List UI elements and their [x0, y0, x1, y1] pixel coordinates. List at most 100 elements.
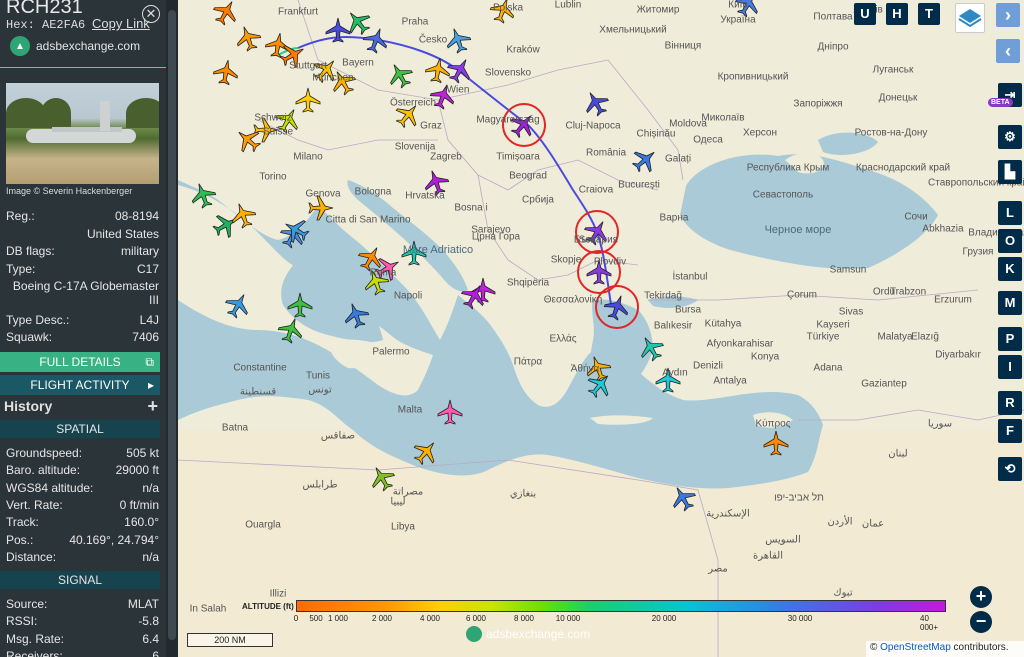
watermark: adsbexchange.com [466, 626, 590, 642]
place-label: Κύπρος [755, 418, 791, 430]
place-label: Schweiz [254, 112, 292, 124]
layers-icon[interactable] [955, 3, 985, 33]
place-label: Österreich [389, 97, 437, 109]
detail-value: L4J [139, 313, 159, 327]
place-label: Graz [420, 120, 442, 132]
detail-value: 7406 [132, 330, 159, 344]
aircraft-icon[interactable] [210, 0, 243, 28]
place-label: Polska [492, 2, 524, 14]
altitude-tick-label: 500 [309, 614, 323, 623]
toolbar-button-l[interactable]: L [998, 201, 1022, 225]
zoom-in-button[interactable]: + [970, 586, 992, 608]
close-icon[interactable]: ✕ [142, 5, 160, 23]
map-view[interactable]: Frankfurt Praha Česko Polska Lublin Kraków Slo… [178, 0, 1024, 657]
place-label: Bayern [342, 57, 374, 69]
aircraft-icon[interactable] [295, 87, 321, 113]
place-label: Хмельницький [599, 24, 667, 36]
scrollbar-thumb[interactable] [168, 10, 176, 640]
replay-icon[interactable]: ⟲ [998, 457, 1022, 481]
place-label: Shqipëria [506, 277, 550, 289]
aircraft-icon[interactable] [580, 87, 613, 120]
aircraft-icon[interactable] [384, 59, 417, 92]
aircraft-icon[interactable] [602, 292, 633, 323]
aircraft-icon[interactable] [188, 180, 219, 211]
aircraft-icon[interactable] [341, 300, 372, 331]
aircraft-icon[interactable] [409, 435, 443, 469]
place-label: Республика Крым [746, 162, 830, 174]
history-section-toggle[interactable]: History + [4, 396, 160, 417]
place-label: عمان [861, 518, 885, 530]
spatial-key: Groundspeed: [6, 446, 83, 460]
toolbar-button-k[interactable]: K [998, 257, 1022, 281]
place-label: Samsun [829, 264, 867, 276]
spatial-value: n/a [142, 549, 159, 564]
spatial-value: 160.0° [124, 515, 159, 530]
aircraft-icon[interactable] [264, 31, 292, 59]
plus-icon[interactable]: + [147, 396, 158, 417]
place-label: Balıkesir [653, 320, 693, 332]
aircraft-icon[interactable] [437, 399, 463, 425]
aircraft-photo[interactable] [6, 83, 159, 184]
aircraft-icon[interactable] [458, 280, 491, 313]
aircraft-icon[interactable] [276, 315, 307, 346]
chevron-right-icon: ▸ [147, 378, 154, 392]
aircraft-icon[interactable] [233, 23, 264, 54]
place-label: Slovensko [484, 67, 532, 79]
place-label: الإسكندرية [706, 508, 750, 520]
toolbar-button-h[interactable]: H [886, 3, 908, 25]
aircraft-icon[interactable] [228, 200, 259, 231]
spatial-header: SPATIAL [0, 420, 160, 438]
place-label: Genova [305, 188, 341, 200]
aircraft-icon[interactable] [287, 292, 313, 318]
spatial-value: n/a [142, 480, 159, 495]
aircraft-icon[interactable] [443, 25, 474, 56]
toolbar-button-t[interactable]: T [918, 3, 940, 25]
aircraft-icon[interactable] [628, 143, 662, 177]
full-details-label: FULL DETAILS [39, 355, 121, 369]
signal-key: Msg. Rate: [6, 631, 65, 646]
place-label: Plovdiv [593, 256, 627, 268]
toolbar-button-o[interactable]: O [998, 229, 1022, 253]
aircraft-icon[interactable] [341, 5, 375, 39]
aircraft-icon[interactable] [210, 209, 243, 242]
place-label: Gaziantep [861, 378, 907, 390]
aircraft-icon[interactable] [667, 482, 700, 515]
place-label: Србија [522, 194, 554, 206]
gear-icon[interactable]: ⚙ [998, 125, 1022, 149]
aircraft-icon[interactable] [325, 17, 351, 43]
rank-icon[interactable]: ▙ [998, 160, 1022, 184]
toolbar-button-i[interactable]: I [998, 355, 1022, 379]
adsbexchange-link[interactable]: ▲ adsbexchange.com [10, 36, 140, 56]
zoom-out-button[interactable]: − [970, 611, 992, 633]
flight-activity-button[interactable]: FLIGHT ACTIVITY ▸ [0, 375, 160, 395]
toolbar-button-r[interactable]: R [998, 391, 1022, 415]
chevron-left-icon[interactable]: ‹ [996, 39, 1020, 63]
callsign-title: RCH231 [6, 0, 83, 18]
chevron-right-icon[interactable]: › [996, 3, 1020, 27]
place-label: Afyonkarahisar [706, 338, 774, 350]
aircraft-icon[interactable] [763, 430, 789, 456]
place-label: Chișinău [636, 128, 676, 140]
toolbar-button-f[interactable]: F [998, 419, 1022, 443]
place-label: Malatya [877, 331, 913, 343]
aircraft-icon[interactable] [635, 332, 668, 365]
altitude-color-bar [296, 600, 946, 612]
openstreetmap-link[interactable]: OpenStreetMap [880, 642, 951, 653]
copy-link[interactable]: Copy Link [92, 16, 150, 31]
aircraft-icon[interactable] [444, 54, 477, 87]
toolbar-button-p[interactable]: P [998, 327, 1022, 351]
detail-value: military [121, 244, 159, 258]
signal-value: -5.8 [138, 614, 159, 629]
sidebar-scrollbar[interactable] [166, 0, 178, 657]
place-label: Грузия [962, 246, 994, 258]
place-label: Praha [401, 16, 429, 28]
toolbar-button-m[interactable]: M [998, 291, 1022, 315]
toolbar-button-u[interactable]: U [854, 3, 876, 25]
aircraft-icon[interactable] [212, 58, 240, 86]
full-details-button[interactable]: FULL DETAILS ⧉ [0, 352, 160, 372]
aircraft-icon[interactable] [222, 289, 255, 322]
place-label: Hrvatska [405, 190, 445, 202]
place-label: România [585, 147, 627, 159]
aircraft-icon[interactable] [424, 56, 452, 84]
place-label: Tunis [305, 370, 331, 382]
